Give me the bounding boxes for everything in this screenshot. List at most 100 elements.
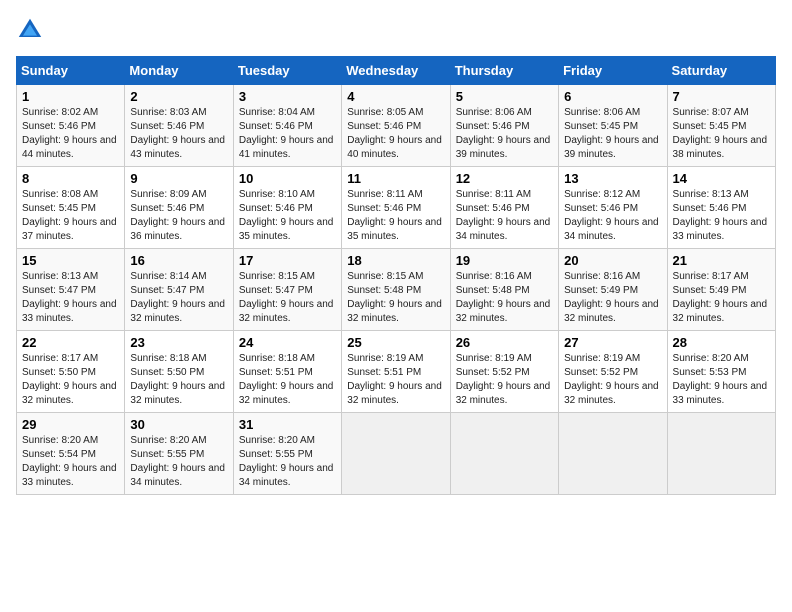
day-header-friday: Friday (559, 57, 667, 85)
calendar-week-row: 1 Sunrise: 8:02 AMSunset: 5:46 PMDayligh… (17, 85, 776, 167)
day-number: 18 (347, 253, 444, 268)
calendar-cell: 8 Sunrise: 8:08 AMSunset: 5:45 PMDayligh… (17, 167, 125, 249)
day-info: Sunrise: 8:13 AMSunset: 5:46 PMDaylight:… (673, 189, 768, 242)
day-number: 31 (239, 417, 336, 432)
day-info: Sunrise: 8:11 AMSunset: 5:46 PMDaylight:… (456, 189, 551, 242)
calendar-cell: 11 Sunrise: 8:11 AMSunset: 5:46 PMDaylig… (342, 167, 450, 249)
day-info: Sunrise: 8:08 AMSunset: 5:45 PMDaylight:… (22, 189, 117, 242)
day-info: Sunrise: 8:20 AMSunset: 5:55 PMDaylight:… (130, 435, 225, 488)
calendar-week-row: 29 Sunrise: 8:20 AMSunset: 5:54 PMDaylig… (17, 413, 776, 495)
day-number: 15 (22, 253, 119, 268)
calendar-cell (450, 413, 558, 495)
day-info: Sunrise: 8:07 AMSunset: 5:45 PMDaylight:… (673, 107, 768, 160)
calendar-cell (342, 413, 450, 495)
calendar-cell: 7 Sunrise: 8:07 AMSunset: 5:45 PMDayligh… (667, 85, 775, 167)
day-info: Sunrise: 8:18 AMSunset: 5:51 PMDaylight:… (239, 353, 334, 406)
day-number: 29 (22, 417, 119, 432)
day-info: Sunrise: 8:05 AMSunset: 5:46 PMDaylight:… (347, 107, 442, 160)
logo-icon (16, 16, 44, 44)
day-info: Sunrise: 8:09 AMSunset: 5:46 PMDaylight:… (130, 189, 225, 242)
calendar-cell: 12 Sunrise: 8:11 AMSunset: 5:46 PMDaylig… (450, 167, 558, 249)
day-number: 4 (347, 89, 444, 104)
day-info: Sunrise: 8:20 AMSunset: 5:54 PMDaylight:… (22, 435, 117, 488)
day-number: 24 (239, 335, 336, 350)
day-info: Sunrise: 8:06 AMSunset: 5:45 PMDaylight:… (564, 107, 659, 160)
calendar-cell: 19 Sunrise: 8:16 AMSunset: 5:48 PMDaylig… (450, 249, 558, 331)
day-info: Sunrise: 8:12 AMSunset: 5:46 PMDaylight:… (564, 189, 659, 242)
day-number: 13 (564, 171, 661, 186)
day-number: 11 (347, 171, 444, 186)
calendar-week-row: 15 Sunrise: 8:13 AMSunset: 5:47 PMDaylig… (17, 249, 776, 331)
day-header-saturday: Saturday (667, 57, 775, 85)
day-number: 5 (456, 89, 553, 104)
day-number: 2 (130, 89, 227, 104)
day-info: Sunrise: 8:16 AMSunset: 5:48 PMDaylight:… (456, 271, 551, 324)
day-header-tuesday: Tuesday (233, 57, 341, 85)
day-number: 7 (673, 89, 770, 104)
calendar-cell: 9 Sunrise: 8:09 AMSunset: 5:46 PMDayligh… (125, 167, 233, 249)
day-info: Sunrise: 8:15 AMSunset: 5:47 PMDaylight:… (239, 271, 334, 324)
calendar-cell: 28 Sunrise: 8:20 AMSunset: 5:53 PMDaylig… (667, 331, 775, 413)
calendar-cell: 20 Sunrise: 8:16 AMSunset: 5:49 PMDaylig… (559, 249, 667, 331)
day-info: Sunrise: 8:19 AMSunset: 5:52 PMDaylight:… (456, 353, 551, 406)
calendar-cell: 24 Sunrise: 8:18 AMSunset: 5:51 PMDaylig… (233, 331, 341, 413)
day-info: Sunrise: 8:06 AMSunset: 5:46 PMDaylight:… (456, 107, 551, 160)
day-number: 9 (130, 171, 227, 186)
day-number: 10 (239, 171, 336, 186)
day-info: Sunrise: 8:04 AMSunset: 5:46 PMDaylight:… (239, 107, 334, 160)
calendar-cell: 26 Sunrise: 8:19 AMSunset: 5:52 PMDaylig… (450, 331, 558, 413)
calendar-cell: 27 Sunrise: 8:19 AMSunset: 5:52 PMDaylig… (559, 331, 667, 413)
logo (16, 16, 50, 44)
day-header-thursday: Thursday (450, 57, 558, 85)
calendar-cell: 2 Sunrise: 8:03 AMSunset: 5:46 PMDayligh… (125, 85, 233, 167)
calendar-cell: 1 Sunrise: 8:02 AMSunset: 5:46 PMDayligh… (17, 85, 125, 167)
day-number: 21 (673, 253, 770, 268)
day-number: 27 (564, 335, 661, 350)
day-info: Sunrise: 8:14 AMSunset: 5:47 PMDaylight:… (130, 271, 225, 324)
calendar-cell: 6 Sunrise: 8:06 AMSunset: 5:45 PMDayligh… (559, 85, 667, 167)
day-info: Sunrise: 8:16 AMSunset: 5:49 PMDaylight:… (564, 271, 659, 324)
day-info: Sunrise: 8:19 AMSunset: 5:51 PMDaylight:… (347, 353, 442, 406)
calendar-cell: 31 Sunrise: 8:20 AMSunset: 5:55 PMDaylig… (233, 413, 341, 495)
day-info: Sunrise: 8:15 AMSunset: 5:48 PMDaylight:… (347, 271, 442, 324)
day-number: 30 (130, 417, 227, 432)
day-info: Sunrise: 8:17 AMSunset: 5:49 PMDaylight:… (673, 271, 768, 324)
calendar-week-row: 22 Sunrise: 8:17 AMSunset: 5:50 PMDaylig… (17, 331, 776, 413)
calendar-cell: 13 Sunrise: 8:12 AMSunset: 5:46 PMDaylig… (559, 167, 667, 249)
day-number: 22 (22, 335, 119, 350)
day-info: Sunrise: 8:20 AMSunset: 5:55 PMDaylight:… (239, 435, 334, 488)
day-info: Sunrise: 8:19 AMSunset: 5:52 PMDaylight:… (564, 353, 659, 406)
calendar-cell: 5 Sunrise: 8:06 AMSunset: 5:46 PMDayligh… (450, 85, 558, 167)
day-info: Sunrise: 8:02 AMSunset: 5:46 PMDaylight:… (22, 107, 117, 160)
calendar-cell: 14 Sunrise: 8:13 AMSunset: 5:46 PMDaylig… (667, 167, 775, 249)
day-header-monday: Monday (125, 57, 233, 85)
calendar-header-row: SundayMondayTuesdayWednesdayThursdayFrid… (17, 57, 776, 85)
calendar-cell: 3 Sunrise: 8:04 AMSunset: 5:46 PMDayligh… (233, 85, 341, 167)
page-header (16, 16, 776, 44)
day-number: 23 (130, 335, 227, 350)
day-number: 17 (239, 253, 336, 268)
calendar-cell (667, 413, 775, 495)
day-info: Sunrise: 8:10 AMSunset: 5:46 PMDaylight:… (239, 189, 334, 242)
calendar-table: SundayMondayTuesdayWednesdayThursdayFrid… (16, 56, 776, 495)
day-number: 8 (22, 171, 119, 186)
calendar-cell: 18 Sunrise: 8:15 AMSunset: 5:48 PMDaylig… (342, 249, 450, 331)
calendar-cell: 17 Sunrise: 8:15 AMSunset: 5:47 PMDaylig… (233, 249, 341, 331)
day-number: 14 (673, 171, 770, 186)
day-number: 26 (456, 335, 553, 350)
calendar-cell: 4 Sunrise: 8:05 AMSunset: 5:46 PMDayligh… (342, 85, 450, 167)
calendar-cell: 10 Sunrise: 8:10 AMSunset: 5:46 PMDaylig… (233, 167, 341, 249)
calendar-cell: 23 Sunrise: 8:18 AMSunset: 5:50 PMDaylig… (125, 331, 233, 413)
calendar-cell: 22 Sunrise: 8:17 AMSunset: 5:50 PMDaylig… (17, 331, 125, 413)
day-number: 1 (22, 89, 119, 104)
day-number: 6 (564, 89, 661, 104)
calendar-cell: 21 Sunrise: 8:17 AMSunset: 5:49 PMDaylig… (667, 249, 775, 331)
calendar-cell: 30 Sunrise: 8:20 AMSunset: 5:55 PMDaylig… (125, 413, 233, 495)
day-info: Sunrise: 8:13 AMSunset: 5:47 PMDaylight:… (22, 271, 117, 324)
day-number: 28 (673, 335, 770, 350)
calendar-cell: 15 Sunrise: 8:13 AMSunset: 5:47 PMDaylig… (17, 249, 125, 331)
day-number: 16 (130, 253, 227, 268)
calendar-cell: 25 Sunrise: 8:19 AMSunset: 5:51 PMDaylig… (342, 331, 450, 413)
day-number: 3 (239, 89, 336, 104)
calendar-cell: 16 Sunrise: 8:14 AMSunset: 5:47 PMDaylig… (125, 249, 233, 331)
